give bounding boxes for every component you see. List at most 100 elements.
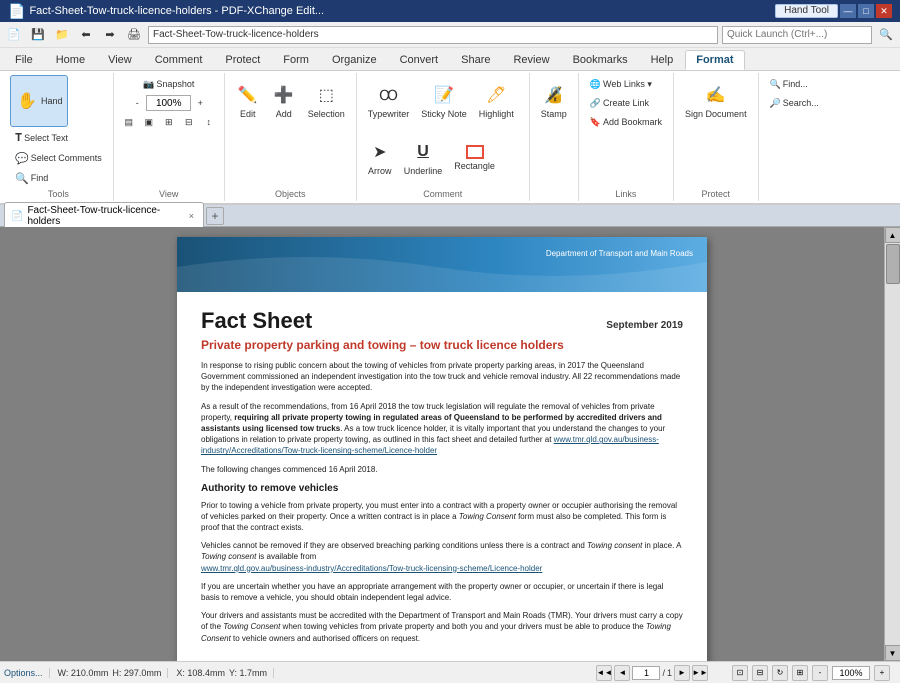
tab-home[interactable]: Home — [45, 50, 96, 69]
next-page-button[interactable]: ► — [674, 665, 690, 681]
sign-document-button[interactable]: ✍️ Sign Document — [680, 75, 752, 127]
address-bar[interactable] — [148, 26, 718, 44]
zoom-minus-status[interactable]: - — [812, 665, 828, 681]
view-mode-1[interactable]: ▤ — [120, 113, 138, 131]
search-toolbar-button[interactable]: 🔎 Search... — [765, 94, 825, 112]
dimensions-section: W: 210.0mm H: 297.0mm — [58, 668, 169, 678]
open-button[interactable]: 📁 — [52, 25, 72, 45]
comment-cursor-icon: 💬 — [15, 152, 29, 165]
scroll-down-button[interactable]: ▼ — [885, 645, 900, 661]
find-toolbar-button[interactable]: 🔍 Find... — [765, 75, 825, 93]
back-button[interactable]: ⬅ — [76, 25, 96, 45]
scroll-thumb[interactable] — [886, 244, 900, 284]
ribbon: File Home View Comment Protect Form Orga… — [0, 48, 900, 205]
tab-protect[interactable]: Protect — [214, 50, 271, 69]
links-buttons: 🌐 Web Links ▾ 🔗 Create Link 🔖 Add Bookma… — [585, 75, 667, 131]
title-bar-right: Hand Tool — □ ✕ — [775, 4, 892, 18]
close-button[interactable]: ✕ — [876, 4, 892, 18]
view-group: 📷 Snapshot - + ▤ ▣ ⊞ ⊟ ↕ View — [114, 73, 225, 201]
pdf-page: Department of Transport and Main Roads D… — [177, 237, 707, 661]
rectangle-icon — [466, 145, 484, 159]
create-link-button[interactable]: 🔗 Create Link — [585, 94, 667, 112]
tab-comment[interactable]: Comment — [144, 50, 214, 69]
edit-button[interactable]: ✏️ Edit — [231, 75, 265, 127]
options-button[interactable]: Options... — [4, 668, 43, 678]
underline-button[interactable]: U Underline — [399, 132, 448, 184]
search-toolbar-icon: 🔎 — [770, 98, 781, 109]
tab-convert[interactable]: Convert — [389, 50, 450, 69]
ribbon-content: ✋ Hand 𝐓 Select Text 💬 Select Comments 🔍… — [0, 70, 900, 205]
rectangle-button[interactable]: Rectangle — [449, 132, 500, 184]
tools-group: ✋ Hand 𝐓 Select Text 💬 Select Comments 🔍… — [4, 73, 114, 201]
typewriter-button[interactable]: Ꝏ Typewriter — [363, 75, 415, 127]
tab-format[interactable]: Format — [685, 50, 744, 70]
view-mode-5[interactable]: ↕ — [200, 113, 218, 131]
sticky-note-button[interactable]: 📝 Sticky Note — [416, 75, 472, 127]
pdf-para-3: The following changes commenced 16 April… — [201, 464, 683, 475]
view-mode-3[interactable]: ⊞ — [160, 113, 178, 131]
print-button[interactable]: 🖨 — [124, 25, 144, 45]
stamp-button[interactable]: 🔏 Stamp — [536, 75, 572, 127]
tab-bookmarks[interactable]: Bookmarks — [562, 50, 639, 69]
first-page-button[interactable]: ◄◄ — [596, 665, 612, 681]
pdf-area[interactable]: Department of Transport and Main Roads D… — [0, 227, 884, 661]
page-navigation: ◄◄ ◄ / 1 ► ►► — [596, 665, 708, 681]
page-number-input[interactable] — [632, 666, 660, 680]
hand-icon: ✋ — [15, 89, 39, 113]
tab-share[interactable]: Share — [450, 50, 501, 69]
search-box[interactable] — [722, 26, 872, 44]
find-icon: 🔍 — [15, 172, 29, 185]
fit-page-button[interactable]: ⊟ — [752, 665, 768, 681]
doc-tab-close[interactable]: × — [188, 211, 195, 221]
document-tab[interactable]: 📄 Fact-Sheet-Tow-truck-licence-holders × — [4, 202, 204, 229]
forward-button[interactable]: ➡ — [100, 25, 120, 45]
rotate-button[interactable]: ↻ — [772, 665, 788, 681]
prev-page-button[interactable]: ◄ — [614, 665, 630, 681]
zoom-in-button[interactable]: + — [193, 96, 207, 110]
highlight-button[interactable]: 🖊 Highlight — [474, 75, 519, 127]
height-label: H: 297.0mm — [112, 668, 161, 678]
add-button[interactable]: ➕ Add — [267, 75, 301, 127]
sticky-note-icon: 📝 — [432, 83, 456, 107]
zoom-input[interactable] — [146, 95, 191, 111]
find-button[interactable]: 🔍 Find — [10, 169, 70, 187]
app-icon-button[interactable]: 📄 — [4, 25, 24, 45]
tab-view[interactable]: View — [97, 50, 143, 69]
link-2[interactable]: www.tmr.qld.gov.au/business-industry/Acc… — [201, 564, 542, 573]
snapshot-button[interactable]: 📷 Snapshot — [138, 75, 199, 93]
arrow-button[interactable]: ➤ Arrow — [363, 132, 397, 184]
page-total: 1 — [667, 668, 672, 678]
quick-access-bar: 📄 💾 📁 ⬅ ➡ 🖨 🔍 — [0, 22, 900, 48]
scroll-up-button[interactable]: ▲ — [885, 227, 900, 243]
minimize-button[interactable]: — — [840, 4, 856, 18]
maximize-button[interactable]: □ — [858, 4, 874, 18]
tab-form[interactable]: Form — [272, 50, 320, 69]
view-mode-2[interactable]: ▣ — [140, 113, 158, 131]
save-button[interactable]: 💾 — [28, 25, 48, 45]
grid-button[interactable]: ⊞ — [792, 665, 808, 681]
tab-help[interactable]: Help — [640, 50, 685, 69]
tab-review[interactable]: Review — [502, 50, 560, 69]
tab-file[interactable]: File — [4, 50, 44, 69]
zoom-status-input[interactable] — [832, 666, 870, 680]
select-comments-button[interactable]: 💬 Select Comments — [10, 149, 107, 167]
select-text-button[interactable]: 𝐓 Select Text — [10, 129, 73, 147]
link-1[interactable]: www.tmr.qld.gov.au/business-industry/Acc… — [201, 435, 659, 455]
objects-group: ✏️ Edit ➕ Add ⬚ Selection Objects — [225, 73, 357, 201]
view-mode-4[interactable]: ⊟ — [180, 113, 198, 131]
selection-icon: ⬚ — [314, 83, 338, 107]
fit-width-button[interactable]: ⊡ — [732, 665, 748, 681]
selection-button[interactable]: ⬚ Selection — [303, 75, 350, 127]
zoom-out-button[interactable]: - — [130, 96, 144, 110]
web-links-button[interactable]: 🌐 Web Links ▾ — [585, 75, 667, 93]
search-button[interactable]: 🔍 — [876, 25, 896, 45]
links-group: 🌐 Web Links ▾ 🔗 Create Link 🔖 Add Bookma… — [579, 73, 674, 201]
zoom-plus-status[interactable]: + — [874, 665, 890, 681]
last-page-button[interactable]: ►► — [692, 665, 708, 681]
new-tab-button[interactable]: + — [206, 207, 224, 225]
view-controls: 📷 Snapshot - + ▤ ▣ ⊞ ⊟ ↕ — [120, 75, 218, 131]
pdf-para-4: Prior to towing a vehicle from private p… — [201, 500, 683, 534]
add-bookmark-button[interactable]: 🔖 Add Bookmark — [585, 113, 667, 131]
tab-organize[interactable]: Organize — [321, 50, 388, 69]
hand-tool-button[interactable]: ✋ Hand — [10, 75, 68, 127]
